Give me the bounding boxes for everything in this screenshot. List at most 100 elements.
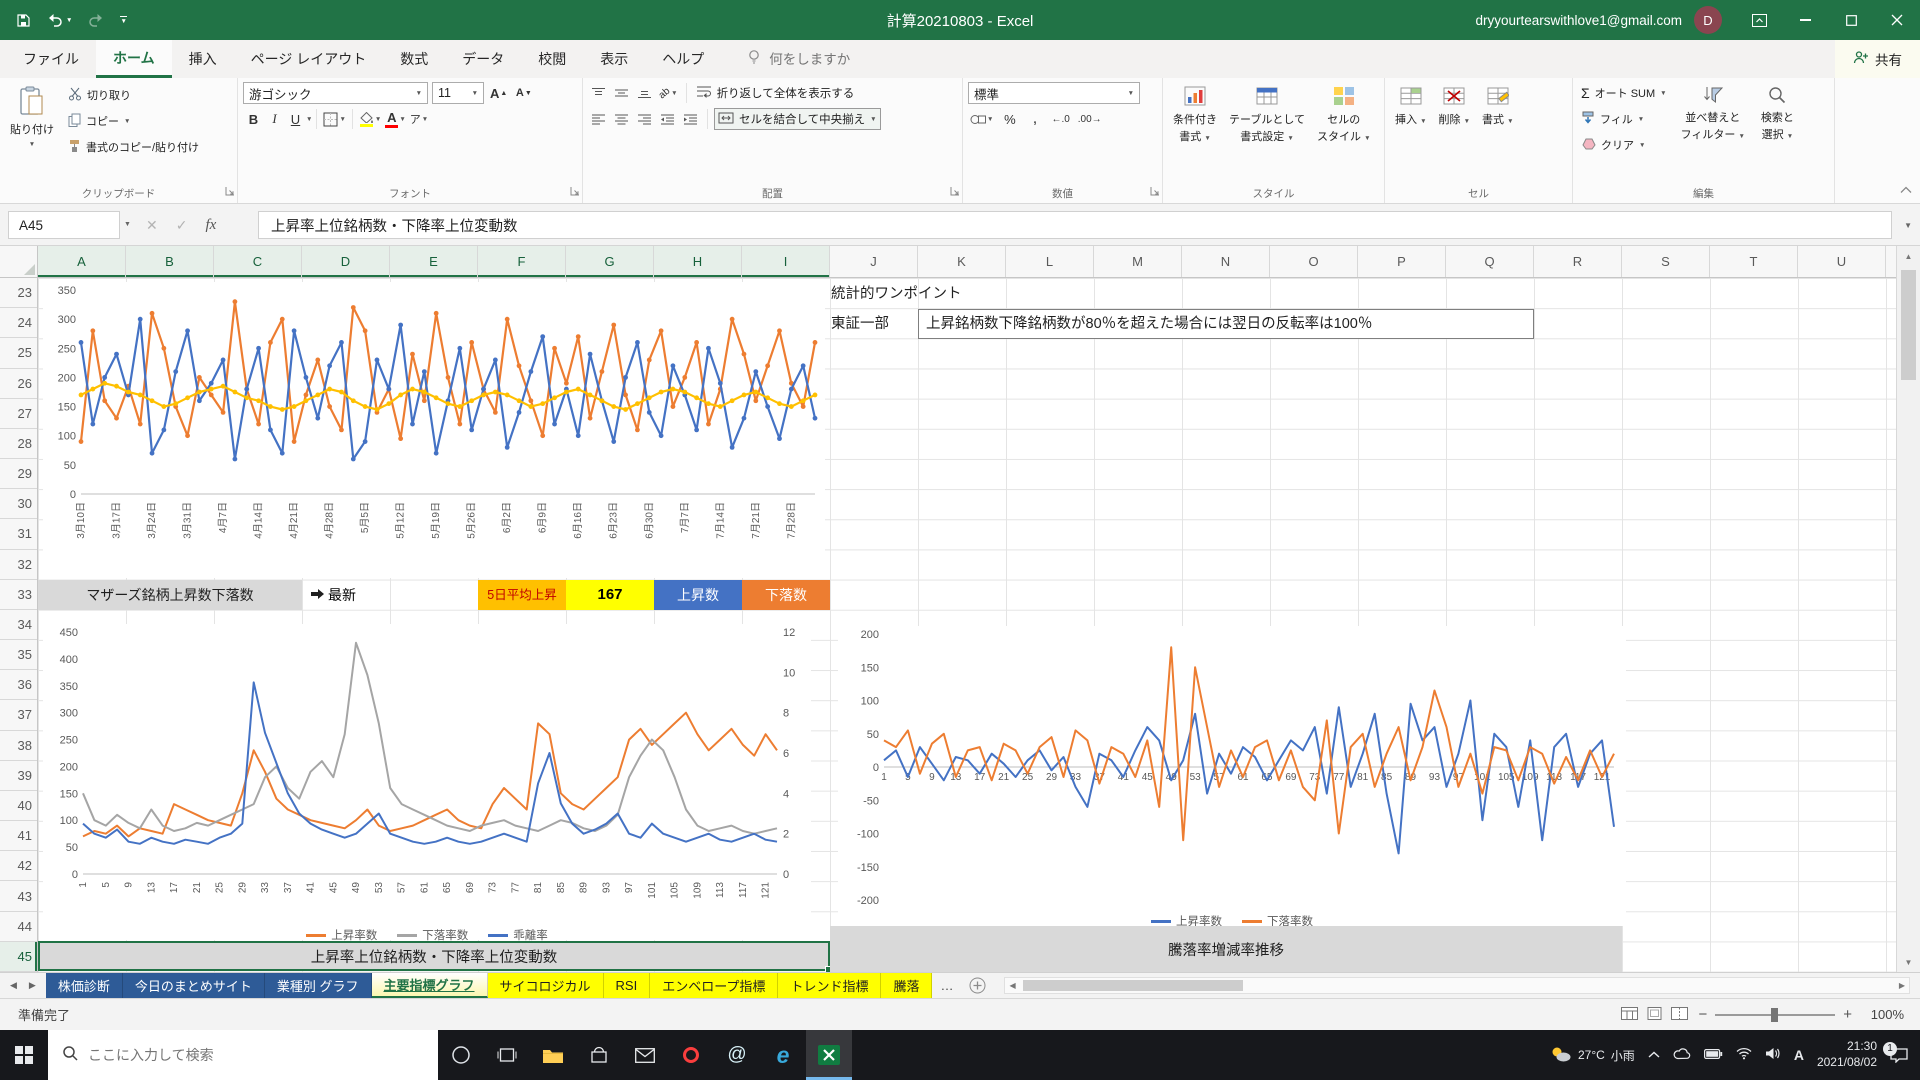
- sheet-tab-1[interactable]: 今日のまとめサイト: [123, 973, 265, 998]
- borders-icon[interactable]: ▼: [321, 108, 347, 130]
- battery-icon[interactable]: [1704, 1048, 1723, 1062]
- insert-function-icon[interactable]: fx: [205, 217, 216, 234]
- scroll-up-icon[interactable]: ▲: [1897, 246, 1920, 266]
- wifi-icon[interactable]: [1736, 1047, 1752, 1063]
- increase-indent-icon[interactable]: [680, 108, 701, 130]
- sheet-tab-0[interactable]: 株価診断: [46, 973, 123, 998]
- sheet-tab-5[interactable]: RSI: [604, 973, 651, 998]
- cell-k24-note[interactable]: 上昇銘柄数下降銘柄数が80％を超えた場合には翌日の反転率は100％: [918, 309, 1534, 339]
- ribbon-tab-4[interactable]: 数式: [383, 40, 445, 78]
- name-box[interactable]: A45: [8, 211, 120, 239]
- delete-cells-button[interactable]: 削除 ▼: [1434, 82, 1476, 132]
- row-header-23[interactable]: 23: [0, 278, 37, 308]
- sheet-tab-2[interactable]: 業種別 グラフ: [265, 973, 372, 998]
- insert-cells-button[interactable]: 挿入 ▼: [1390, 82, 1432, 132]
- mothers-header-bar[interactable]: マザーズ銘柄上昇数下落数: [38, 580, 302, 610]
- format-as-table-button[interactable]: テーブルとして 書式設定 ▼: [1224, 82, 1310, 148]
- excel-taskbar-icon[interactable]: [806, 1030, 852, 1080]
- tell-me-search[interactable]: [747, 40, 919, 78]
- row-header-39[interactable]: 39: [0, 761, 37, 791]
- start-button[interactable]: [0, 1030, 48, 1080]
- clipboard-dialog-launcher[interactable]: [225, 183, 235, 201]
- fill-color-icon[interactable]: ▼: [357, 108, 383, 130]
- taskbar-search[interactable]: [48, 1030, 438, 1080]
- name-box-dropdown-icon[interactable]: ▼: [124, 221, 131, 228]
- sheet-nav-left-icon[interactable]: ◀: [10, 980, 17, 991]
- column-header-P[interactable]: P: [1358, 246, 1446, 277]
- column-header-C[interactable]: C: [214, 246, 302, 277]
- wrap-text-button[interactable]: 折り返して全体を表示する: [693, 82, 858, 104]
- up-count-cell[interactable]: 上昇数: [654, 580, 742, 610]
- row-header-28[interactable]: 28: [0, 429, 37, 459]
- at-app-icon[interactable]: @: [714, 1030, 760, 1080]
- font-dialog-launcher[interactable]: [570, 183, 580, 201]
- ribbon-tab-2[interactable]: 挿入: [172, 40, 234, 78]
- row-header-33[interactable]: 33: [0, 580, 37, 610]
- column-header-M[interactable]: M: [1094, 246, 1182, 277]
- row-header-26[interactable]: 26: [0, 369, 37, 399]
- normal-view-icon[interactable]: [1621, 1007, 1638, 1023]
- share-button[interactable]: 共有: [1835, 40, 1920, 78]
- row-header-41[interactable]: 41: [0, 821, 37, 851]
- confirm-entry-icon[interactable]: ✓: [176, 217, 188, 234]
- column-header-I[interactable]: I: [742, 246, 830, 277]
- minimize-button[interactable]: [1782, 0, 1828, 40]
- fill-button[interactable]: フィル▼: [1578, 108, 1670, 130]
- align-middle-icon[interactable]: [611, 82, 632, 104]
- ribbon-tab-7[interactable]: 表示: [583, 40, 645, 78]
- cancel-entry-icon[interactable]: ✕: [146, 217, 158, 234]
- customize-qat-icon[interactable]: ▼: [120, 16, 126, 25]
- down-count-cell[interactable]: 下落数: [742, 580, 830, 610]
- decrease-decimal-icon[interactable]: .00→: [1076, 108, 1104, 130]
- onedrive-cloud-icon[interactable]: [1673, 1048, 1691, 1063]
- increase-decimal-icon[interactable]: ←.0: [1049, 108, 1071, 130]
- column-header-Q[interactable]: Q: [1446, 246, 1534, 277]
- sheet-nav-right-icon[interactable]: ▶: [29, 980, 36, 991]
- conditional-formatting-button[interactable]: 条件付き 書式 ▼: [1168, 82, 1222, 148]
- align-bottom-icon[interactable]: [634, 82, 655, 104]
- ribbon-tab-5[interactable]: データ: [445, 40, 521, 78]
- hscroll-right-icon[interactable]: ▶: [1899, 981, 1905, 990]
- chart-mothers-updown[interactable]: 0501001502002503003504004500246810121591…: [43, 624, 811, 940]
- close-button[interactable]: [1874, 0, 1920, 40]
- save-icon[interactable]: [16, 13, 31, 28]
- horizontal-scrollbar[interactable]: ◀ ▶: [1004, 977, 1910, 994]
- row-header-34[interactable]: 34: [0, 610, 37, 640]
- column-header-E[interactable]: E: [390, 246, 478, 277]
- column-header-L[interactable]: L: [1006, 246, 1094, 277]
- column-header-F[interactable]: F: [478, 246, 566, 277]
- font-size-combo[interactable]: 11▼: [432, 82, 484, 104]
- autosum-button[interactable]: Σオート SUM▼: [1578, 82, 1670, 104]
- format-painter-button[interactable]: 書式のコピー/貼り付け: [65, 136, 202, 158]
- column-header-U[interactable]: U: [1798, 246, 1886, 277]
- font-color-icon[interactable]: A▼: [383, 108, 407, 130]
- ribbon-tab-3[interactable]: ページ レイアウト: [234, 40, 384, 78]
- page-break-view-icon[interactable]: [1671, 1007, 1688, 1023]
- row-header-30[interactable]: 30: [0, 489, 37, 519]
- comma-format-icon[interactable]: ,: [1024, 108, 1045, 130]
- row-header-42[interactable]: 42: [0, 851, 37, 881]
- column-header-G[interactable]: G: [566, 246, 654, 277]
- percent-format-icon[interactable]: %: [999, 108, 1020, 130]
- zoom-slider[interactable]: [1715, 1014, 1835, 1016]
- store-icon[interactable]: [576, 1030, 622, 1080]
- weather-widget[interactable]: 27°C 小雨: [1550, 1046, 1635, 1065]
- chart-market-breadth[interactable]: 0501001502002503003503月10日3月17日3月24日3月31…: [43, 282, 825, 578]
- column-header-A[interactable]: A: [38, 246, 126, 277]
- ribbon-tab-0[interactable]: ファイル: [6, 40, 96, 78]
- merge-center-button[interactable]: セルを結合して中央揃え▼: [714, 108, 881, 130]
- formula-input[interactable]: 上昇率上位銘柄数・下降率上位変動数: [258, 211, 1892, 239]
- vertical-scrollbar[interactable]: ▲ ▼: [1896, 246, 1920, 972]
- sheet-tab-7[interactable]: トレンド指標: [778, 973, 881, 998]
- row-header-36[interactable]: 36: [0, 670, 37, 700]
- vertical-scroll-thumb[interactable]: [1901, 270, 1916, 380]
- zoom-level[interactable]: 100%: [1860, 1007, 1904, 1022]
- column-header-R[interactable]: R: [1534, 246, 1622, 277]
- zoom-thumb[interactable]: [1771, 1008, 1778, 1022]
- chart-advance-decline-change[interactable]: -200-150-100-500501001502001591317212529…: [838, 626, 1626, 926]
- align-center-icon[interactable]: [611, 108, 632, 130]
- zoom-out-icon[interactable]: −: [1698, 1006, 1707, 1023]
- taskbar-search-input[interactable]: [88, 1047, 388, 1063]
- font-family-combo[interactable]: 游ゴシック▼: [243, 82, 428, 104]
- ime-indicator[interactable]: A: [1794, 1047, 1804, 1063]
